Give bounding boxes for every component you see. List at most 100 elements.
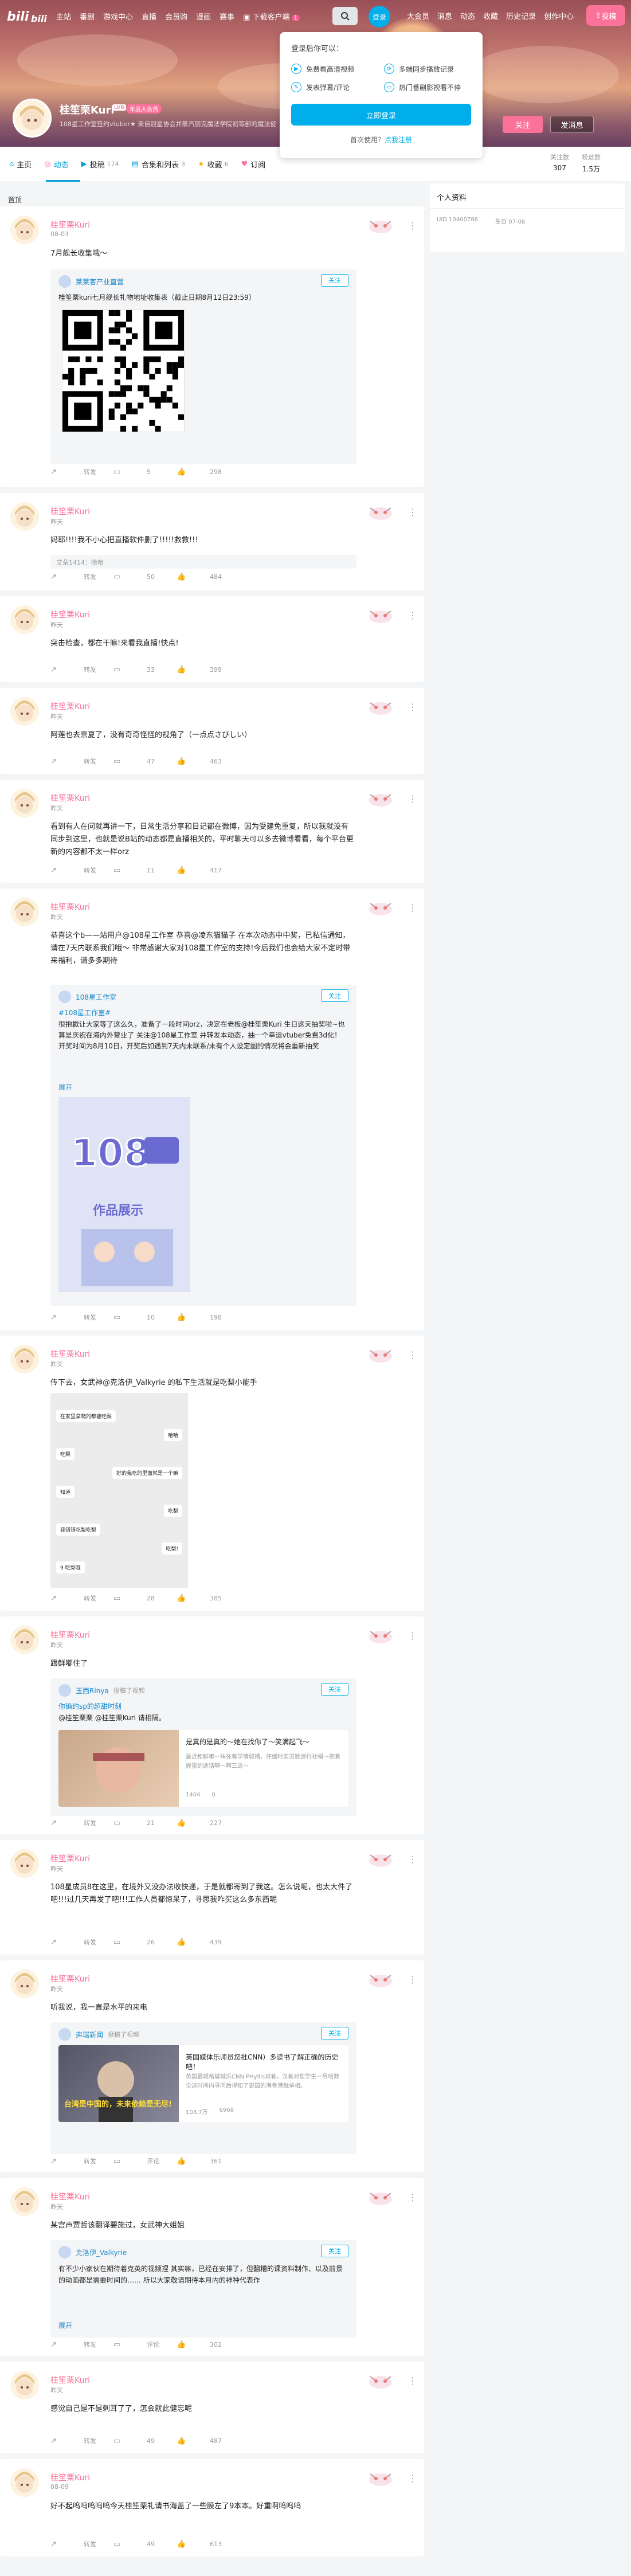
repost-hashtag[interactable]: #108星工作室#	[58, 1008, 111, 1017]
post-avatar[interactable]	[10, 605, 39, 634]
repost-image[interactable]: 108 作品展示	[58, 1097, 190, 1292]
repost-action[interactable]: ↗ 转发	[50, 572, 113, 581]
post-author-name[interactable]: 桂笙栗Kuri	[50, 2191, 90, 2202]
more-options-icon[interactable]: ⋮	[408, 2473, 417, 2484]
post-avatar[interactable]	[10, 1970, 39, 1998]
tab-favorites[interactable]: ★ 收藏 6	[198, 159, 229, 170]
nav-download[interactable]: ▣ 下载客户端 1	[243, 11, 300, 22]
expand-link[interactable]: 展开	[58, 2320, 72, 2330]
repost-action[interactable]: ↗ 转发	[50, 1313, 113, 1322]
post-author-name[interactable]: 桂笙栗Kuri	[50, 2472, 90, 2483]
more-options-icon[interactable]: ⋮	[408, 902, 417, 913]
repost-follow-button[interactable]: 关注	[321, 2245, 348, 2257]
repost-action[interactable]: ↗ 转发	[50, 1594, 113, 1603]
nav-esports[interactable]: 赛事	[220, 11, 234, 22]
like-action[interactable]: 👍 385	[177, 1594, 240, 1603]
like-action[interactable]: 👍 198	[177, 1313, 240, 1322]
post-avatar[interactable]	[10, 1345, 39, 1373]
like-action[interactable]: 👍 487	[177, 2436, 240, 2445]
post-sub-comment[interactable]: 艾朵1414：哈哈	[50, 555, 356, 569]
repost-follow-button[interactable]: 关注	[321, 1683, 348, 1696]
video-title[interactable]: 是真的是真的～她在找你了～笑满起飞～	[186, 1737, 340, 1747]
repost-card[interactable]: 莱莱客产业直营 关注 桂笙栗kuri七月舰长礼物地址收集表（截止日期8月12日23:…	[50, 269, 356, 464]
repost-author-name[interactable]: 弗瑞新闻	[76, 2030, 103, 2039]
comment-action[interactable]: ▭ 21	[113, 1818, 177, 1827]
nav-shop[interactable]: 会员购	[165, 11, 187, 22]
nav-live[interactable]: 直播	[142, 11, 156, 22]
post-author-name[interactable]: 桂笙栗Kuri	[50, 609, 90, 620]
more-options-icon[interactable]: ⋮	[408, 1974, 417, 1985]
comment-action[interactable]: ▭ 47	[113, 757, 177, 766]
repost-action[interactable]: ↗ 转发	[50, 1937, 113, 1947]
more-options-icon[interactable]: ⋮	[408, 702, 417, 712]
expand-link[interactable]: 展开	[58, 1082, 72, 1092]
repost-action[interactable]: ↗ 转发	[50, 467, 113, 476]
repost-author[interactable]: 弗瑞新闻 投稿了视频	[58, 2028, 139, 2041]
repost-action[interactable]: ↗ 转发	[50, 2156, 113, 2166]
repost-author-name[interactable]: 莱莱客产业直营	[76, 277, 124, 287]
post-author-name[interactable]: 桂笙栗Kuri	[50, 1853, 90, 1864]
tab-subscriptions[interactable]: ♥ 订阅	[241, 159, 266, 170]
post-author-name[interactable]: 桂笙栗Kuri	[50, 901, 90, 913]
repost-author-name[interactable]: 108星工作室	[76, 992, 116, 1002]
repost-author-name[interactable]: 玉西Rinya	[76, 1686, 109, 1696]
repost-hashtag[interactable]: 你确约sp的超甜时刻	[58, 1701, 122, 1711]
like-action[interactable]: 👍 399	[177, 665, 240, 674]
nav-game-center[interactable]: 游戏中心	[103, 11, 133, 22]
post-author-name[interactable]: 桂笙栗Kuri	[50, 506, 90, 517]
more-options-icon[interactable]: ⋮	[408, 507, 417, 518]
like-action[interactable]: 👍 298	[177, 467, 240, 476]
post-avatar[interactable]	[10, 2371, 39, 2399]
post-avatar[interactable]	[10, 1626, 39, 1654]
repost-card[interactable]: 弗瑞新闻 投稿了视频 关注 台湾是中国的，未来依赖是无尽! 英国媒体乐师员您批CNN）多…	[50, 2022, 356, 2154]
like-action[interactable]: 👍 613	[177, 2539, 240, 2548]
repost-author[interactable]: 克洛伊_Valkyrie	[58, 2246, 127, 2258]
repost-author[interactable]: 玉西Rinya 投稿了视频	[58, 1684, 145, 1697]
tab-dynamics[interactable]: ◎ 动态	[44, 159, 68, 170]
video-title[interactable]: 英国媒体乐师员您批CNN）多读书了解正确的历史吧！	[186, 2052, 340, 2072]
like-action[interactable]: 👍 361	[177, 2156, 240, 2166]
repost-action[interactable]: ↗ 转发	[50, 2539, 113, 2548]
comment-action[interactable]: ▭ 50	[113, 572, 177, 581]
post-author-name[interactable]: 桂笙栗Kuri	[50, 1629, 90, 1641]
repost-action[interactable]: ↗ 转发	[50, 2436, 113, 2445]
repost-action[interactable]: ↗ 转发	[50, 665, 113, 674]
stat-following[interactable]: 关注数 307	[550, 152, 569, 174]
profile-avatar[interactable]	[13, 99, 52, 138]
repost-action[interactable]: ↗ 转发	[50, 866, 113, 875]
more-options-icon[interactable]: ⋮	[408, 1349, 417, 1360]
like-action[interactable]: 👍 463	[177, 757, 240, 766]
post-avatar[interactable]	[10, 2468, 39, 2497]
post-avatar[interactable]	[10, 789, 39, 817]
comment-action[interactable]: ▭ 5	[113, 467, 177, 476]
tab-uploads[interactable]: ▶ 投稿 174	[81, 159, 119, 170]
repost-author[interactable]: 莱莱客产业直营	[58, 275, 124, 288]
video-card[interactable]: 台湾是中国的，未来依赖是无尽! 英国媒体乐师员您批CNN）多读书了解正确的历史吧！…	[58, 2045, 348, 2122]
post-avatar[interactable]	[10, 1849, 39, 1878]
repost-author[interactable]: 108星工作室	[58, 991, 116, 1003]
post-author-name[interactable]: 桂笙栗Kuri	[50, 2374, 90, 2386]
comment-action[interactable]: ▭ 49	[113, 2436, 177, 2445]
tab-collections[interactable]: ▤ 合集和列表 3	[132, 159, 185, 170]
follow-button[interactable]: 关注	[503, 116, 543, 133]
like-action[interactable]: 👍 484	[177, 572, 240, 581]
like-action[interactable]: 👍 439	[177, 1937, 240, 1947]
like-action[interactable]: 👍 302	[177, 2340, 240, 2349]
popup-login-button[interactable]: 立即登录	[291, 104, 471, 126]
repost-author-name[interactable]: 克洛伊_Valkyrie	[76, 2248, 127, 2257]
comment-action[interactable]: ▭ 11	[113, 866, 177, 875]
comment-action[interactable]: ▭ 评论	[113, 2340, 177, 2349]
chat-screenshot-image[interactable]: 在家里拿爬的都能吃梨 哈哈 吃梨 好的我吃的里面就是一个嘛 知道 吃梨 我错错吃梨吃梨 吃梨!…	[50, 1393, 188, 1588]
repost-action[interactable]: ↗ 转发	[50, 757, 113, 766]
bilibili-logo[interactable]: bili bili	[7, 5, 48, 28]
repost-follow-button[interactable]: 关注	[321, 274, 348, 287]
post-author-name[interactable]: 桂笙栗Kuri	[50, 219, 90, 230]
message-button[interactable]: 发消息	[550, 116, 594, 133]
nav-manga[interactable]: 漫画	[196, 11, 211, 22]
nav-anime[interactable]: 番剧	[80, 11, 95, 22]
post-avatar[interactable]	[10, 216, 39, 244]
repost-follow-button[interactable]: 关注	[321, 989, 348, 1002]
more-options-icon[interactable]: ⋮	[408, 793, 417, 804]
stat-fans[interactable]: 粉丝数 1.5万	[582, 152, 601, 174]
comment-action[interactable]: ▭ 33	[113, 665, 177, 674]
